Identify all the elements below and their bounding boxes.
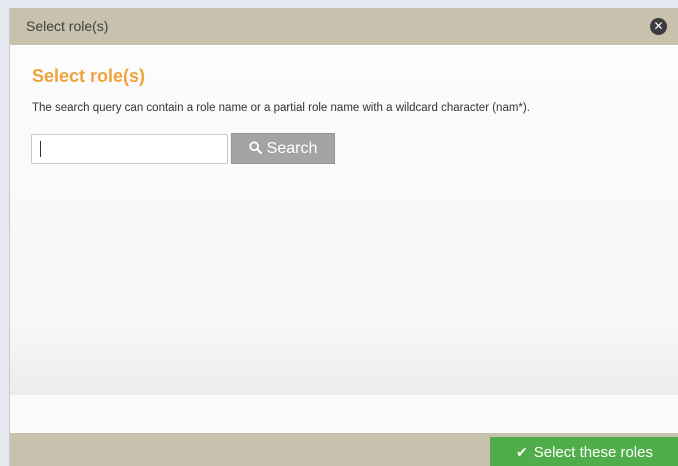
- search-help-text: The search query can contain a role name…: [32, 102, 530, 114]
- dialog-content: Select role(s) The search query can cont…: [10, 45, 678, 395]
- search-button[interactable]: Search: [231, 133, 335, 164]
- search-button-label: Search: [266, 140, 318, 157]
- close-icon[interactable]: ✕: [650, 18, 667, 35]
- text-cursor: [40, 141, 41, 157]
- select-roles-dialog: Select role(s) ✕ Select role(s) The sear…: [9, 8, 678, 466]
- dialog-titlebar: Select role(s) ✕: [10, 8, 678, 45]
- select-button-label: Select these roles: [533, 444, 653, 461]
- page-title: Select role(s): [32, 66, 146, 86]
- dialog-title: Select role(s): [26, 18, 109, 34]
- dialog-footer: ✔ Select these roles: [10, 433, 678, 466]
- search-input[interactable]: [31, 134, 228, 164]
- check-icon: ✔: [516, 444, 528, 460]
- search-icon: [249, 141, 262, 154]
- select-these-roles-button[interactable]: ✔ Select these roles: [490, 437, 678, 466]
